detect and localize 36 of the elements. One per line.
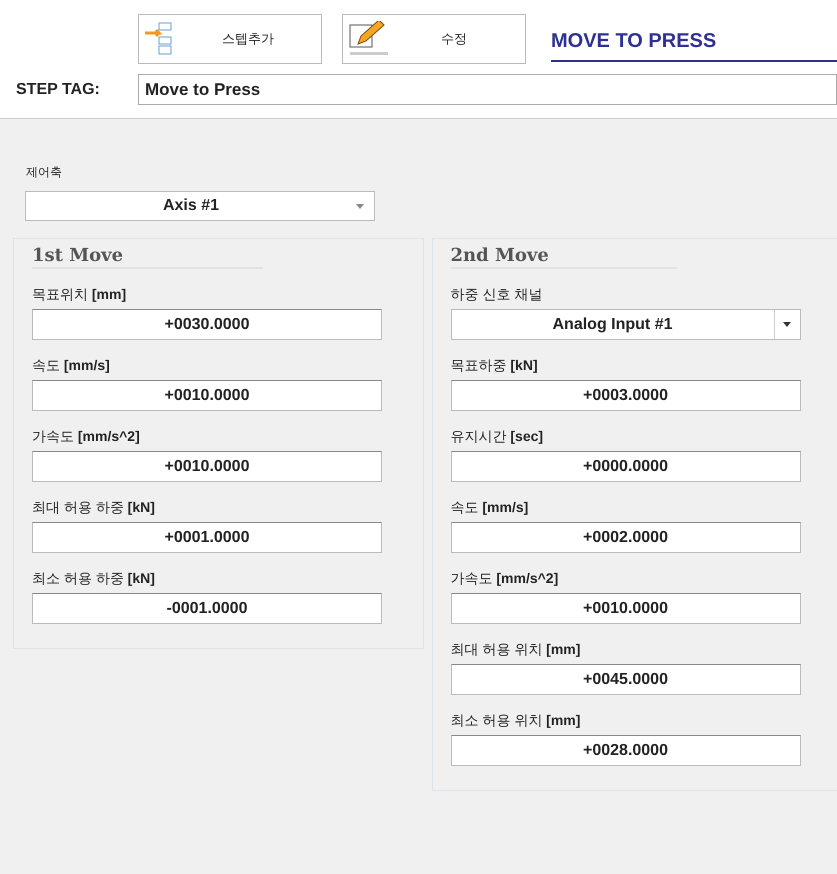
step-title: MOVE TO PRESS [551, 16, 837, 62]
value-field[interactable]: -0001.0000 [32, 593, 382, 624]
field-label: 제어축 [26, 164, 63, 181]
field-label: 최소 허용 위치 [mm] [450, 711, 580, 730]
step-tag-field[interactable]: Move to Press [138, 74, 837, 105]
field-label: 속도 [mm/s] [32, 356, 110, 375]
panel-title: 2nd Move [450, 239, 677, 269]
value-field[interactable]: +0010.0000 [450, 593, 800, 624]
field-label: 하중 신호 채널 [450, 285, 542, 304]
dropdown-arrow-icon [356, 204, 364, 208]
value-field[interactable]: +0000.0000 [450, 451, 800, 482]
field-label: 목표위치 [mm] [32, 285, 126, 304]
edit-button[interactable]: 수정 [342, 14, 526, 64]
value-field[interactable]: +0010.0000 [32, 380, 382, 411]
value-field[interactable]: +0010.0000 [32, 451, 382, 482]
field-label: 목표하중 [kN] [450, 356, 538, 375]
field-label: 최대 허용 하중 [kN] [32, 498, 155, 517]
field-label: 최대 허용 위치 [mm] [450, 640, 580, 659]
value-field[interactable]: +0002.0000 [450, 522, 800, 553]
value-field[interactable]: +0003.0000 [450, 380, 800, 411]
field-label: 가속도 [mm/s^2] [450, 569, 558, 588]
add-step-button[interactable]: 스텝추가 [138, 14, 322, 64]
value-field[interactable]: +0001.0000 [32, 522, 382, 553]
dropdown-arrow-icon [783, 322, 791, 327]
field-label: 유지시간 [sec] [450, 427, 544, 446]
field-label: 속도 [mm/s] [450, 498, 528, 517]
value-field[interactable]: +0045.0000 [450, 664, 800, 695]
value-field[interactable]: +0030.0000 [32, 309, 382, 340]
pencil-icon [349, 21, 389, 57]
field-label: STEP TAG: [16, 80, 101, 100]
panel-title: 1st Move [32, 239, 262, 269]
axis-dropdown[interactable]: Axis #1 [25, 191, 375, 221]
field-label: 가속도 [mm/s^2] [32, 427, 140, 446]
value-field[interactable]: +0028.0000 [450, 735, 800, 766]
field-label: 최소 허용 하중 [kN] [32, 569, 155, 588]
channel-dropdown[interactable]: Analog Input #1 [450, 309, 800, 340]
